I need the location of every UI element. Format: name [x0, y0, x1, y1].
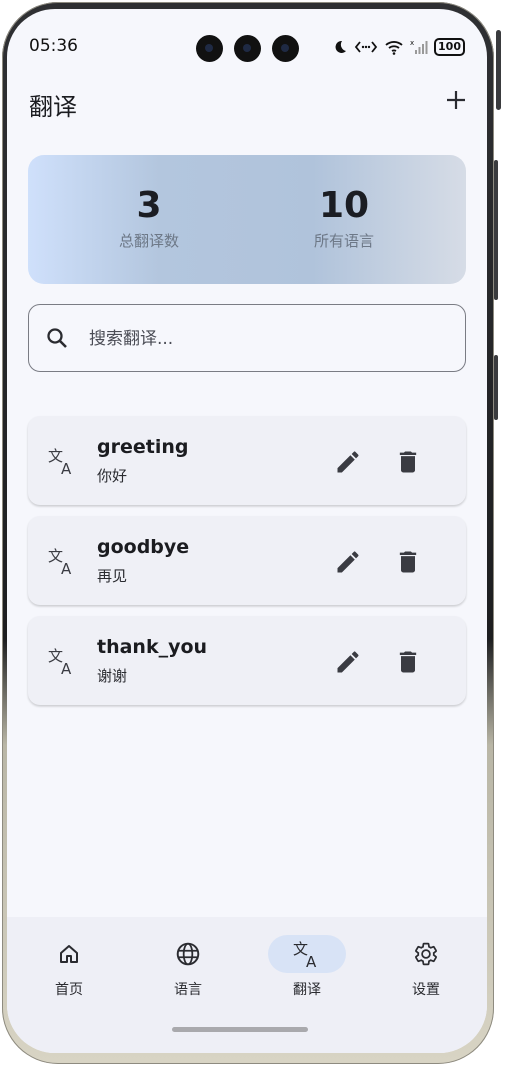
translation-item[interactable]: 文A greeting 你好: [28, 416, 466, 505]
svg-text:x: x: [410, 39, 414, 47]
camera-icon: [234, 35, 261, 62]
battery-icon: 100: [434, 38, 465, 56]
translation-key: greeting: [97, 436, 189, 458]
status-icons: x 100: [332, 37, 465, 57]
translation-value: 你好: [97, 467, 128, 485]
plus-icon: [447, 91, 465, 109]
page-title: 翻译: [29, 93, 77, 121]
translate-icon: 文A: [48, 447, 72, 475]
trash-icon: [399, 651, 417, 673]
home-indicator[interactable]: [172, 1027, 308, 1032]
nav-item-home[interactable]: 首页: [9, 935, 129, 999]
pencil-icon: [337, 551, 359, 573]
search-box[interactable]: [28, 304, 466, 372]
camera-icon: [196, 35, 223, 62]
home-icon: [60, 945, 78, 963]
moon-icon: [335, 40, 347, 53]
wifi-icon: [385, 41, 403, 55]
edit-button[interactable]: [334, 448, 362, 476]
translate-icon: 文A: [48, 647, 72, 675]
stat-value: 10: [318, 185, 370, 226]
data-transfer-icon: [354, 41, 378, 53]
screen: 05:36 x 100 翻译 3 总翻译数 10 所有语言 文A gre: [7, 9, 487, 1053]
translation-value: 谢谢: [97, 667, 128, 685]
nav-item-languages[interactable]: 语言: [128, 935, 248, 999]
nav-pill: [149, 935, 227, 973]
camera-icon: [272, 35, 299, 62]
nav-pill-active: 文A: [268, 935, 346, 973]
nav-label: 翻译: [293, 982, 321, 998]
stat-label: 总翻译数: [118, 232, 179, 250]
svg-text:A: A: [61, 560, 72, 575]
translation-list: 文A greeting 你好 文A goodbye 再见 文A thank_yo…: [28, 416, 466, 716]
status-bar: 05:36 x 100: [7, 9, 487, 71]
side-button: [494, 355, 498, 420]
stat-all-languages: 10 所有语言: [264, 185, 424, 251]
nav-label: 语言: [174, 982, 202, 998]
nav-label: 首页: [55, 982, 83, 998]
gear-icon: [415, 942, 437, 966]
translation-value: 再见: [97, 567, 128, 585]
pencil-icon: [337, 651, 359, 673]
stats-card: 3 总翻译数 10 所有语言: [28, 155, 466, 284]
bottom-nav: 首页 语言 文A 翻译 设置: [7, 917, 487, 1053]
svg-text:A: A: [306, 953, 317, 968]
stat-total-translations: 3 总翻译数: [69, 185, 229, 251]
nav-item-translations[interactable]: 文A 翻译: [247, 935, 367, 999]
svg-text:A: A: [61, 460, 72, 475]
stat-label: 所有语言: [313, 232, 374, 250]
trash-icon: [399, 551, 417, 573]
nav-label: 设置: [412, 982, 440, 998]
trash-icon: [399, 451, 417, 473]
signal-icon: x: [410, 39, 428, 54]
translate-icon: 文A: [48, 547, 72, 575]
status-time: 05:36: [29, 36, 78, 56]
edit-button[interactable]: [334, 648, 362, 676]
translate-icon: 文A: [293, 940, 317, 968]
translation-item[interactable]: 文A goodbye 再见: [28, 516, 466, 605]
side-button: [494, 160, 498, 300]
translation-key: goodbye: [97, 536, 190, 558]
delete-button[interactable]: [394, 648, 422, 676]
search-icon: [47, 328, 67, 348]
stat-value: 3: [136, 185, 162, 226]
nav-pill: [30, 935, 108, 973]
delete-button[interactable]: [394, 548, 422, 576]
globe-icon: [176, 942, 200, 966]
edit-button[interactable]: [334, 548, 362, 576]
svg-text:A: A: [61, 660, 72, 675]
nav-pill: [387, 935, 465, 973]
translation-key: thank_you: [97, 636, 208, 658]
nav-item-settings[interactable]: 设置: [366, 935, 486, 999]
add-button[interactable]: [443, 87, 469, 113]
side-button: [496, 30, 501, 110]
translation-item[interactable]: 文A thank_you 谢谢: [28, 616, 466, 705]
delete-button[interactable]: [394, 448, 422, 476]
search-input[interactable]: [87, 323, 451, 355]
pencil-icon: [337, 451, 359, 473]
